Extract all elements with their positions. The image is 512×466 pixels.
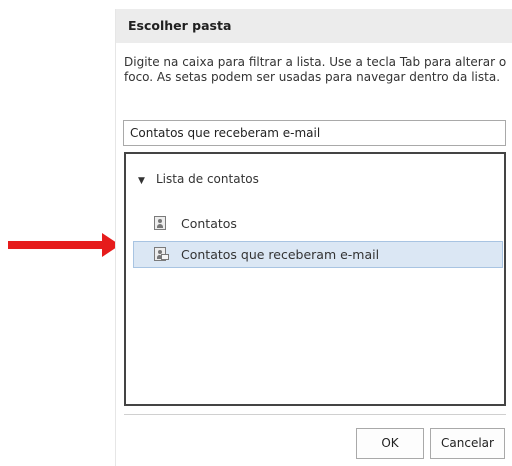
tree-item-contatos[interactable]: Contatos xyxy=(133,210,503,237)
tree-item-label: Contatos xyxy=(181,216,237,231)
dialog-instructions: Digite na caixa para filtrar a lista. Us… xyxy=(124,55,507,84)
folder-tree[interactable]: ▼ Lista de contatos Contatos Contatos que… xyxy=(124,152,506,406)
footer-divider xyxy=(124,414,506,415)
tree-item-label: Contatos que receberam e-mail xyxy=(181,247,380,262)
expand-caret-icon[interactable]: ▼ xyxy=(138,172,150,190)
envelope-icon xyxy=(161,254,169,260)
tree-item-contatos-que-receberam-email[interactable]: Contatos que receberam e-mail xyxy=(133,241,503,268)
filter-input[interactable] xyxy=(123,120,506,146)
choose-folder-dialog: Escolher pasta Digite na caixa para filt… xyxy=(115,9,512,466)
screenshot-canvas: Escolher pasta Digite na caixa para filt… xyxy=(0,0,512,466)
annotation-arrow-shaft xyxy=(8,241,104,249)
cancel-button[interactable]: Cancelar xyxy=(430,428,505,459)
tree-root-label: Lista de contatos xyxy=(156,172,259,186)
ok-button[interactable]: OK xyxy=(356,428,424,459)
contact-card-icon xyxy=(154,216,166,230)
tree-root-contact-list[interactable]: ▼ Lista de contatos xyxy=(138,170,259,188)
dialog-title: Escolher pasta xyxy=(116,9,512,43)
